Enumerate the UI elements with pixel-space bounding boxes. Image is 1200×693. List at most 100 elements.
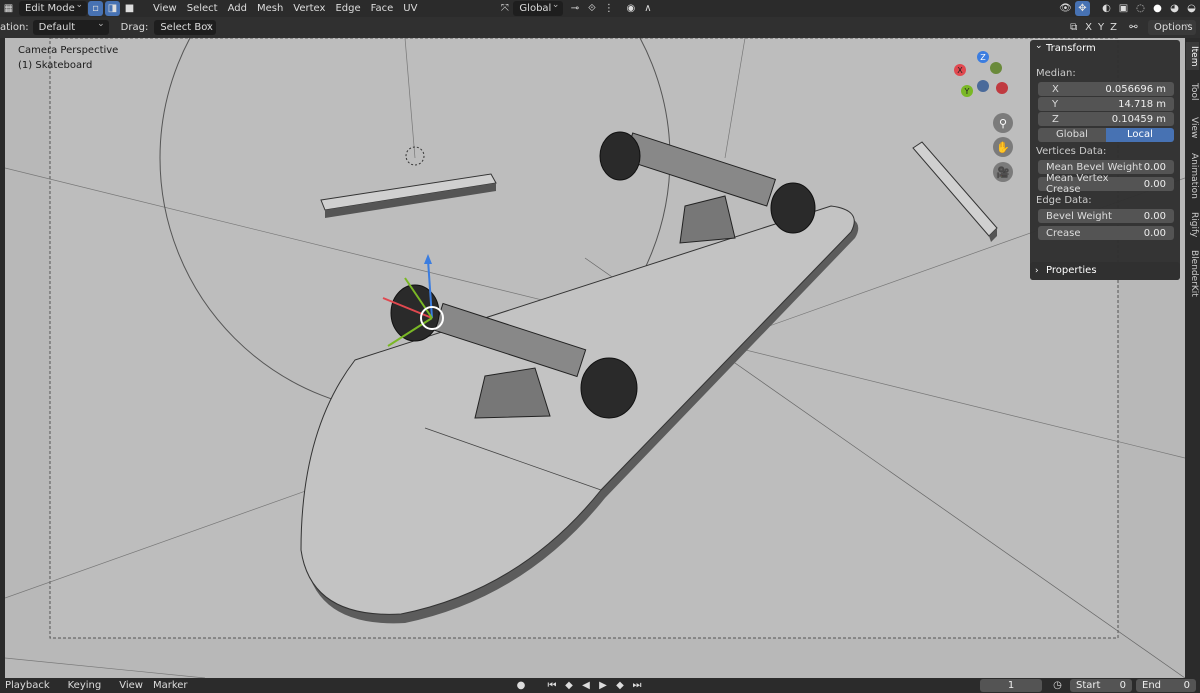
proportional-editing-icon[interactable]: ◉ <box>623 1 638 16</box>
visibility-icon[interactable]: 👁 <box>1058 1 1073 16</box>
bevel-weight-value: 0.00 <box>1143 210 1166 222</box>
record-icon[interactable]: ● <box>514 678 529 693</box>
menu-timeline-view[interactable]: View <box>114 680 148 691</box>
snap-target-icon[interactable]: ⋮ <box>601 1 616 16</box>
gizmo-toggle-icon[interactable]: ✥ <box>1075 1 1090 16</box>
edge-select-icon[interactable]: ◨ <box>105 1 120 16</box>
end-label: End <box>1142 680 1162 691</box>
y-value: 14.718 m <box>1118 98 1166 110</box>
edge-data-label: Edge Data: <box>1036 195 1092 206</box>
mean-bevel-weight-value: 0.00 <box>1143 161 1166 173</box>
navigation-gizmo[interactable]: X Y Z <box>950 48 1020 108</box>
mirror-z-button[interactable]: Z <box>1107 22 1120 33</box>
drag-dropdown[interactable]: Select Box <box>154 17 217 35</box>
jump-end-icon[interactable]: ⏭ <box>630 678 645 693</box>
bevel-weight-field[interactable]: Bevel Weight 0.00 <box>1038 209 1174 223</box>
transform-orientation-icon: ⤧ <box>500 3 509 14</box>
menu-edge[interactable]: Edge <box>330 1 365 16</box>
editor-type-icon[interactable]: ▦ <box>1 1 16 16</box>
mode-dropdown[interactable]: Edit Mode <box>19 0 87 16</box>
median-z-field[interactable]: Z 0.10459 m <box>1038 112 1174 126</box>
face-select-icon[interactable]: ■ <box>122 1 137 16</box>
orientation-label: ation: <box>0 22 29 33</box>
tool-settings-bar: ation: Default Drag: Select Box ⧉ X Y Z … <box>0 17 1200 38</box>
xray-icon[interactable]: ▣ <box>1116 1 1131 16</box>
wireframe-shading-icon[interactable]: ◌ <box>1133 1 1148 16</box>
mean-bevel-weight-field[interactable]: Mean Bevel Weight 0.00 <box>1038 160 1174 174</box>
global-button[interactable]: Global <box>1038 128 1106 142</box>
median-y-field[interactable]: Y 14.718 m <box>1038 97 1174 111</box>
falloff-icon[interactable]: ∧ <box>640 1 655 16</box>
transform-orientation-dropdown[interactable]: Default <box>32 17 109 35</box>
sidebar-transform-panel: Transform Median: X 0.056696 m Y 14.718 … <box>1030 37 1180 280</box>
bevel-weight-label: Bevel Weight <box>1046 210 1112 222</box>
y-label: Y <box>1052 98 1059 110</box>
play-icon[interactable]: ▶ <box>596 678 611 693</box>
pan-hand-icon[interactable]: ✋ <box>993 137 1013 157</box>
pivot-icon[interactable]: ⊸ <box>567 1 582 16</box>
tab-tool[interactable]: Tool <box>1186 78 1199 106</box>
tab-blenderkit[interactable]: BlenderKit <box>1186 247 1199 297</box>
orientation-dropdown[interactable]: Global <box>513 0 564 16</box>
material-shading-icon[interactable]: ◕ <box>1167 1 1182 16</box>
mean-vertex-crease-field[interactable]: Mean Vertex Crease 0.00 <box>1038 173 1174 195</box>
menu-uv[interactable]: UV <box>398 1 422 16</box>
play-reverse-icon[interactable]: ◀ <box>579 678 594 693</box>
menu-face[interactable]: Face <box>366 1 399 16</box>
start-frame-field[interactable]: Start 0 <box>1070 679 1132 692</box>
transform-header[interactable]: Transform <box>1030 37 1180 58</box>
end-frame-field[interactable]: End 0 <box>1136 679 1196 692</box>
menu-mesh[interactable]: Mesh <box>252 1 288 16</box>
3d-viewport[interactable]: Camera Perspective (1) Skateboard X Y Z … <box>5 38 1185 678</box>
end-value: 0 <box>1183 680 1190 691</box>
timeline-header: Playback Keying View Marker ● ⏮ ◆ ◀ ▶ ◆ … <box>0 678 1200 693</box>
menu-keying[interactable]: Keying <box>63 680 107 691</box>
overlays-icon[interactable]: ◐ <box>1099 1 1114 16</box>
rendered-shading-icon[interactable]: ◒ <box>1184 1 1199 16</box>
snap-icon[interactable]: ⟐ <box>584 1 599 16</box>
z-label: Z <box>1052 113 1059 125</box>
drag-label: Drag: <box>120 22 149 33</box>
local-button[interactable]: Local <box>1106 128 1174 142</box>
tab-item[interactable]: Item <box>1186 42 1199 70</box>
object-name-label: (1) Skateboard <box>18 60 93 71</box>
median-label: Median: <box>1036 68 1076 79</box>
auto-merge-icon[interactable]: ⚯ <box>1126 20 1141 35</box>
svg-text:X: X <box>957 66 963 75</box>
median-x-field[interactable]: X 0.056696 m <box>1038 82 1174 96</box>
jump-start-icon[interactable]: ⏮ <box>545 678 560 693</box>
crease-value: 0.00 <box>1143 227 1166 239</box>
solid-shading-icon[interactable]: ● <box>1150 1 1165 16</box>
menu-view[interactable]: View <box>148 1 182 16</box>
mirror-y-button[interactable]: Y <box>1095 22 1107 33</box>
x-label: X <box>1052 83 1059 95</box>
mean-bevel-weight-label: Mean Bevel Weight <box>1046 161 1143 173</box>
clock-icon[interactable]: ◷ <box>1050 678 1065 693</box>
crease-label: Crease <box>1046 227 1081 239</box>
zoom-icon[interactable]: ⚲ <box>993 113 1013 133</box>
mirror-x-button[interactable]: X <box>1082 22 1095 33</box>
mean-vertex-crease-value: 0.00 <box>1143 178 1166 190</box>
crease-field[interactable]: Crease 0.00 <box>1038 226 1174 240</box>
menu-marker[interactable]: Marker <box>148 680 193 691</box>
x-value: 0.056696 m <box>1105 83 1166 95</box>
z-value: 0.10459 m <box>1111 113 1166 125</box>
camera-view-icon[interactable]: 🎥 <box>993 162 1013 182</box>
tab-rigify[interactable]: Rigify <box>1186 207 1199 242</box>
menu-playback[interactable]: Playback <box>0 680 55 691</box>
tab-view[interactable]: View <box>1186 113 1199 143</box>
mirror-icon[interactable]: ⧉ <box>1066 20 1081 35</box>
current-frame-field[interactable]: 1 <box>980 679 1042 692</box>
vertices-data-label: Vertices Data: <box>1036 146 1107 157</box>
vertex-select-icon[interactable]: ▫ <box>88 1 103 16</box>
menu-select[interactable]: Select <box>182 1 223 16</box>
options-dropdown[interactable]: Options <box>1148 17 1196 35</box>
prev-keyframe-icon[interactable]: ◆ <box>562 678 577 693</box>
start-label: Start <box>1076 680 1101 691</box>
menu-vertex[interactable]: Vertex <box>288 1 330 16</box>
next-keyframe-icon[interactable]: ◆ <box>613 678 628 693</box>
menu-add[interactable]: Add <box>223 1 252 16</box>
tab-animation[interactable]: Animation <box>1186 148 1199 203</box>
scene-render <box>5 38 1185 678</box>
properties-header[interactable]: Properties <box>1030 262 1180 280</box>
